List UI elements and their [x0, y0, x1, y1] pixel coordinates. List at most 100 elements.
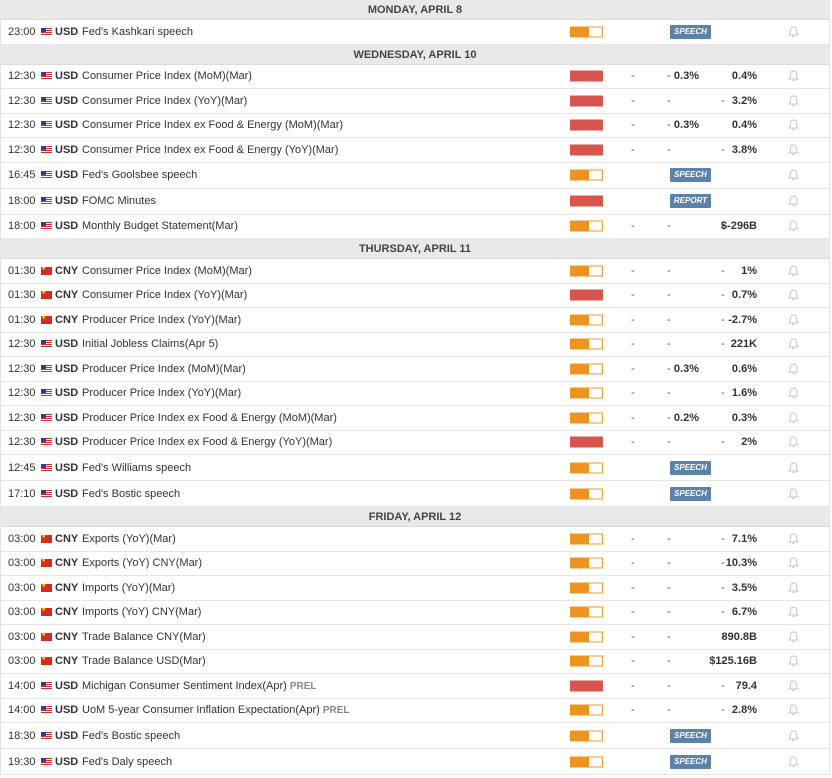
speech-badge[interactable]: SPEECH	[670, 460, 711, 475]
event-row[interactable]: 12:45 USD Fed's Williams speech SPEECH	[1, 455, 829, 481]
event-row[interactable]: 03:00CNYImports (YoY) CNY(Mar)---6.7%	[1, 600, 829, 625]
event-row[interactable]: 12:30 USD Initial Jobless Claims(Apr 5) - - -…	[1, 332, 829, 357]
event-row[interactable]: 14:00 USD Michigan Consumer Sentiment Inde…	[1, 674, 829, 699]
event-row[interactable]: 12:30 USD Consumer Price Index ex Food & E…	[1, 138, 829, 163]
speech-badge[interactable]: SPEECH	[670, 168, 711, 182]
bell-icon[interactable]	[788, 756, 799, 768]
event-row[interactable]: 17:10 USD Fed's Bostic speech SPEECH	[1, 481, 829, 507]
event-row[interactable]: 19:30 USD Fed's Daly speech SPEECH	[1, 749, 829, 775]
bell-icon[interactable]	[788, 557, 799, 569]
bell-icon[interactable]	[788, 144, 799, 156]
report-badge[interactable]: REPORT	[670, 194, 711, 208]
speech-badge[interactable]: SPEECH	[670, 486, 711, 501]
event-name[interactable]: Fed's Bostic speech	[82, 488, 180, 500]
event-name[interactable]: Monthly Budget Statement(Mar)	[82, 220, 238, 232]
bell-icon[interactable]	[788, 462, 799, 474]
event-name[interactable]: Consumer Price Index ex Food & Energy (M…	[82, 119, 343, 131]
bell-icon[interactable]	[788, 363, 799, 375]
event-row[interactable]: 03:00CNYExports (YoY)(Mar)---7.1%	[1, 527, 829, 552]
event-name[interactable]: Consumer Price Index ex Food & Energy (Y…	[82, 144, 338, 156]
event-name[interactable]: Consumer Price Index (MoM)(Mar)	[82, 265, 252, 277]
event-row[interactable]: 03:00CNYImports (YoY)(Mar)---3.5%	[1, 576, 829, 601]
bell-icon[interactable]	[788, 338, 799, 350]
speech-badge[interactable]: SPEECH	[670, 728, 711, 743]
event-row[interactable]: 12:30 USD Consumer Price Index (YoY)(Mar) -…	[1, 89, 829, 114]
bell-icon[interactable]	[788, 26, 799, 38]
event-time: 18:00	[8, 195, 36, 207]
event-row[interactable]: 03:00CNYTrade Balance USD(Mar)---$125.16…	[1, 649, 829, 674]
event-row[interactable]: 12:30 USD Consumer Price Index (MoM)(Mar) -…	[1, 64, 829, 89]
event-name[interactable]: Fed's Kashkari speech	[82, 26, 193, 38]
bell-icon[interactable]	[788, 95, 799, 107]
bell-icon[interactable]	[788, 436, 799, 448]
bell-icon[interactable]	[788, 70, 799, 82]
event-name[interactable]: Imports (YoY)(Mar)	[82, 582, 175, 594]
event-name[interactable]: Fed's Daly speech	[82, 756, 172, 768]
event-name[interactable]: Michigan Consumer Sentiment Index(Apr) PR…	[82, 680, 316, 692]
currency-code: USD	[55, 387, 79, 400]
event-row[interactable]: 14:00 USD UoM 5-year Consumer Inflation Ex…	[1, 698, 829, 723]
speech-badge[interactable]: SPEECH	[670, 24, 711, 39]
bell-icon[interactable]	[788, 533, 799, 545]
speech-badge[interactable]: SPEECH	[670, 754, 711, 769]
event-row[interactable]: 23:00 USD Fed's Kashkari speech SPEECH	[1, 20, 829, 45]
bell-icon[interactable]	[788, 289, 799, 301]
event-row[interactable]: 01:30 CNYConsumer Price Index (MoM)(Mar) -…	[1, 259, 829, 284]
event-name[interactable]: Consumer Price Index (YoY)(Mar)	[82, 289, 247, 301]
deviation-value: -	[667, 289, 671, 302]
event-name[interactable]: Initial Jobless Claims(Apr 5)	[82, 338, 218, 350]
us-flag-icon	[41, 681, 52, 690]
bell-icon[interactable]	[788, 730, 799, 742]
event-name[interactable]: Producer Price Index (YoY)(Mar)	[82, 387, 241, 399]
bell-icon[interactable]	[788, 169, 799, 181]
event-row[interactable]: 03:00CNYExports (YoY) CNY(Mar)---10.3%	[1, 551, 829, 576]
impact-meter	[570, 387, 603, 399]
event-time: 14:00	[8, 679, 36, 692]
event-name-text: Producer Price Index ex Food & Energy (Y…	[82, 436, 333, 449]
event-name[interactable]: Fed's Williams speech	[82, 462, 191, 474]
event-name[interactable]: FOMC Minutes	[82, 195, 156, 207]
event-name[interactable]: Fed's Goolsbee speech	[82, 169, 197, 181]
bell-icon[interactable]	[788, 265, 799, 277]
event-name[interactable]: Trade Balance CNY(Mar)	[82, 631, 206, 643]
bell-icon[interactable]	[788, 631, 799, 643]
event-name[interactable]: Fed's Bostic speech	[82, 730, 180, 742]
event-name[interactable]: Producer Price Index ex Food & Energy (M…	[82, 412, 337, 424]
event-row[interactable]: 01:30 CNYProducer Price Index (YoY)(Mar) -…	[1, 308, 829, 333]
event-row[interactable]: 12:30 USD Producer Price Index ex Food & E…	[1, 430, 829, 455]
bell-icon[interactable]	[788, 119, 799, 131]
bell-icon[interactable]	[788, 412, 799, 424]
bell-icon[interactable]	[788, 488, 799, 500]
event-row[interactable]: 18:00 USD Monthly Budget Statement(Mar) - - -…	[1, 214, 829, 239]
bell-icon[interactable]	[788, 582, 799, 594]
event-row[interactable]: 03:00CNYTrade Balance CNY(Mar)---890.8B	[1, 625, 829, 650]
event-name[interactable]: Imports (YoY) CNY(Mar)	[82, 606, 201, 618]
bell-icon[interactable]	[788, 387, 799, 399]
event-name[interactable]: Consumer Price Index (MoM)(Mar)	[82, 70, 252, 82]
event-name[interactable]: Exports (YoY) CNY(Mar)	[82, 557, 202, 569]
event-name[interactable]: UoM 5-year Consumer Inflation Expectatio…	[82, 704, 350, 716]
bell-icon[interactable]	[788, 606, 799, 618]
event-name[interactable]: Consumer Price Index (YoY)(Mar)	[82, 95, 247, 107]
bell-icon[interactable]	[788, 220, 799, 232]
event-row[interactable]: 12:30 USD Consumer Price Index ex Food & E…	[1, 113, 829, 138]
bell-icon[interactable]	[788, 195, 799, 207]
bell-icon[interactable]	[788, 314, 799, 326]
bell-icon[interactable]	[788, 680, 799, 692]
event-name[interactable]: Producer Price Index ex Food & Energy (Y…	[82, 436, 332, 448]
event-name[interactable]: Trade Balance USD(Mar)	[82, 655, 206, 667]
event-row[interactable]: 18:30 USD Fed's Bostic speech SPEECH	[1, 723, 829, 749]
event-row[interactable]: 16:45 USD Fed's Goolsbee speech SPEECH	[1, 162, 829, 189]
event-row[interactable]: 01:30 CNYConsumer Price Index (YoY)(Mar) -…	[1, 283, 829, 308]
event-name[interactable]: Producer Price Index (YoY)(Mar)	[82, 314, 241, 326]
event-name-text: Trade Balance CNY(Mar)	[82, 630, 206, 643]
event-name[interactable]: Producer Price Index (MoM)(Mar)	[82, 363, 246, 375]
bell-icon[interactable]	[788, 704, 799, 716]
bell-icon[interactable]	[788, 655, 799, 667]
event-row[interactable]: 18:00 USD FOMC Minutes REPORT	[1, 188, 829, 215]
event-row[interactable]: 12:30 USD Producer Price Index ex Food & E…	[1, 406, 829, 431]
event-row[interactable]: 12:30 USD Producer Price Index (YoY)(Mar) -…	[1, 381, 829, 406]
actual-value: -	[631, 313, 635, 326]
event-row[interactable]: 12:30 USD Producer Price Index (MoM)(Mar) -…	[1, 357, 829, 382]
event-name[interactable]: Exports (YoY)(Mar)	[82, 533, 176, 545]
